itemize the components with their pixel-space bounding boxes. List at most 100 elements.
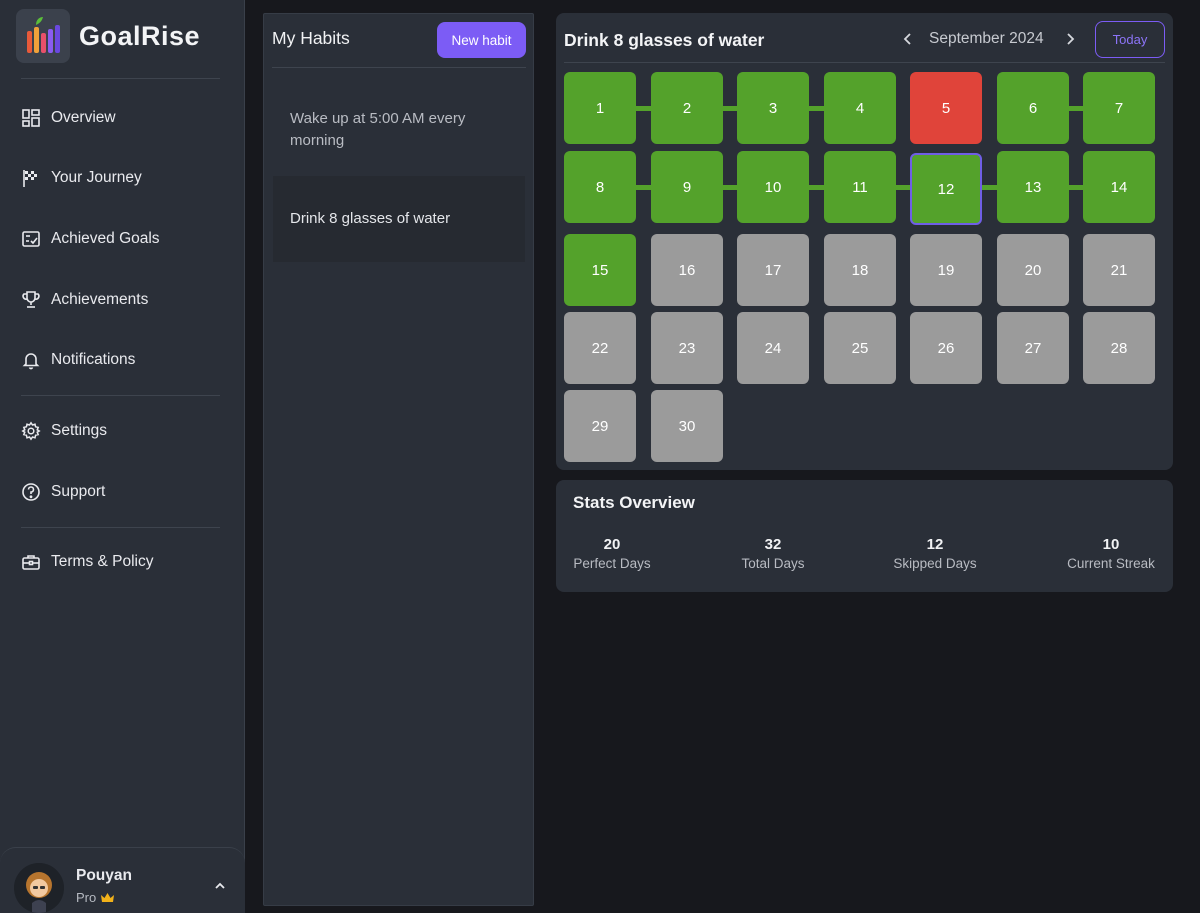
streak-connector bbox=[896, 185, 910, 190]
habit-item-label: Drink 8 glasses of water bbox=[290, 210, 451, 227]
calendar-day[interactable]: 4 bbox=[824, 72, 896, 144]
calendar-panel: Drink 8 glasses of water September 2024 … bbox=[556, 13, 1173, 470]
calendar-day[interactable]: 7 bbox=[1083, 72, 1155, 144]
divider bbox=[272, 67, 526, 68]
calendar-day[interactable]: 16 bbox=[651, 234, 723, 306]
streak-connector bbox=[723, 106, 737, 111]
stat-value: 20 bbox=[603, 536, 621, 553]
calendar-day[interactable]: 19 bbox=[910, 234, 982, 306]
sidebar-item-label: Terms & Policy bbox=[51, 553, 154, 570]
calendar-day[interactable]: 1 bbox=[564, 72, 636, 144]
streak-connector bbox=[1069, 106, 1083, 111]
stat-label: Current Streak bbox=[1067, 556, 1155, 571]
habits-panel: My Habits New habit Wake up at 5:00 AM e… bbox=[263, 13, 534, 906]
bell-icon bbox=[22, 353, 40, 370]
trophy-icon bbox=[22, 291, 40, 308]
calendar-day[interactable]: 25 bbox=[824, 312, 896, 384]
dashboard-icon bbox=[22, 109, 40, 127]
streak-connector bbox=[982, 185, 997, 190]
stat-value: 10 bbox=[1102, 536, 1120, 553]
sidebar-item-terms-policy[interactable]: Terms & Policy bbox=[21, 544, 220, 580]
stats-title: Stats Overview bbox=[573, 493, 695, 512]
stat-value: 32 bbox=[764, 536, 782, 553]
sidebar-item-label: Notifications bbox=[51, 351, 136, 368]
habit-item-label: Wake up at 5:00 AM every morning bbox=[290, 110, 466, 149]
sidebar-item-label: Achieved Goals bbox=[51, 230, 160, 247]
sidebar-item-support[interactable]: Support bbox=[21, 474, 220, 510]
calendar-day[interactable]: 17 bbox=[737, 234, 809, 306]
stat-current-streak: 10 Current Streak bbox=[1066, 536, 1156, 571]
calendar-day[interactable]: 13 bbox=[997, 151, 1069, 223]
calendar-day[interactable]: 6 bbox=[997, 72, 1069, 144]
calendar-day[interactable]: 24 bbox=[737, 312, 809, 384]
calendar-day[interactable]: 8 bbox=[564, 151, 636, 223]
user-profile[interactable]: Pouyan Pro bbox=[0, 847, 245, 913]
streak-connector bbox=[636, 185, 651, 190]
calendar-day[interactable]: 29 bbox=[564, 390, 636, 462]
calendar-day[interactable]: 18 bbox=[824, 234, 896, 306]
crown-icon bbox=[101, 893, 115, 902]
sidebar-item-label: Settings bbox=[51, 422, 108, 439]
calendar-day[interactable]: 10 bbox=[737, 151, 809, 223]
sidebar-item-overview[interactable]: Overview bbox=[21, 100, 220, 136]
calendar-day[interactable]: 3 bbox=[737, 72, 809, 144]
sidebar: GoalRise Overview Your Journey Achieved … bbox=[0, 0, 245, 913]
stat-total-days: 32 Total Days bbox=[740, 536, 806, 571]
calendar-day[interactable]: 27 bbox=[997, 312, 1069, 384]
habit-item[interactable]: Wake up at 5:00 AM every morning bbox=[273, 94, 525, 166]
calendar-day[interactable]: 23 bbox=[651, 312, 723, 384]
calendar-day[interactable]: 12 bbox=[910, 153, 982, 225]
help-circle-icon bbox=[22, 483, 40, 501]
sidebar-item-achievements[interactable]: Achievements bbox=[21, 282, 220, 318]
briefcase-icon bbox=[22, 555, 40, 570]
sidebar-item-settings[interactable]: Settings bbox=[21, 413, 220, 449]
logo[interactable]: GoalRise bbox=[16, 9, 200, 63]
user-tier-label: Pro bbox=[76, 890, 97, 905]
divider bbox=[21, 78, 220, 79]
calendar-day[interactable]: 30 bbox=[651, 390, 723, 462]
stats-panel: Stats Overview 20 Perfect Days 32 Total … bbox=[556, 480, 1173, 592]
sidebar-item-label: Support bbox=[51, 483, 106, 500]
user-name: Pouyan bbox=[76, 867, 132, 884]
streak-connector bbox=[636, 106, 651, 111]
sidebar-item-your-journey[interactable]: Your Journey bbox=[21, 160, 220, 196]
habit-item-selected[interactable]: Drink 8 glasses of water bbox=[273, 176, 525, 262]
stat-label: Perfect Days bbox=[573, 556, 651, 571]
habits-title: My Habits bbox=[272, 28, 350, 48]
calendar-day[interactable]: 28 bbox=[1083, 312, 1155, 384]
streak-connector bbox=[809, 185, 824, 190]
calendar-day[interactable]: 9 bbox=[651, 151, 723, 223]
calendar-day[interactable]: 14 bbox=[1083, 151, 1155, 223]
calendar-day[interactable]: 22 bbox=[564, 312, 636, 384]
new-habit-button[interactable]: New habit bbox=[437, 22, 526, 58]
logo-icon bbox=[16, 9, 70, 63]
avatar bbox=[14, 863, 64, 913]
stat-perfect-days: 20 Perfect Days bbox=[573, 536, 651, 571]
calendar-day[interactable]: 20 bbox=[997, 234, 1069, 306]
app-name: GoalRise bbox=[79, 20, 201, 51]
sidebar-item-label: Overview bbox=[51, 109, 116, 126]
divider bbox=[21, 395, 220, 396]
calendar-day[interactable]: 26 bbox=[910, 312, 982, 384]
sidebar-item-label: Your Journey bbox=[51, 169, 142, 186]
calendar-day[interactable]: 15 bbox=[564, 234, 636, 306]
streak-connector bbox=[809, 106, 824, 111]
calendar-grid: 1 2 3 4 5 6 7 8 9 10 11 12 13 14 15 16 17 18 19 20 21 22 23 24 2… bbox=[556, 13, 1173, 470]
streak-connector bbox=[1069, 185, 1083, 190]
stat-label: Skipped Days bbox=[893, 556, 977, 571]
calendar-day[interactable]: 5 bbox=[910, 72, 982, 144]
sidebar-item-achieved-goals[interactable]: Achieved Goals bbox=[21, 221, 220, 257]
gear-icon bbox=[21, 421, 41, 441]
stat-label: Total Days bbox=[741, 556, 805, 571]
checklist-icon bbox=[22, 231, 40, 247]
user-tier: Pro bbox=[76, 890, 115, 905]
calendar-day[interactable]: 2 bbox=[651, 72, 723, 144]
chevron-up-icon[interactable] bbox=[212, 878, 228, 894]
sidebar-item-notifications[interactable]: Notifications bbox=[21, 342, 220, 378]
sidebar-item-label: Achievements bbox=[51, 291, 149, 308]
stat-skipped-days: 12 Skipped Days bbox=[893, 536, 977, 571]
calendar-day[interactable]: 21 bbox=[1083, 234, 1155, 306]
divider bbox=[21, 527, 220, 528]
calendar-day[interactable]: 11 bbox=[824, 151, 896, 223]
stat-value: 12 bbox=[926, 536, 944, 553]
